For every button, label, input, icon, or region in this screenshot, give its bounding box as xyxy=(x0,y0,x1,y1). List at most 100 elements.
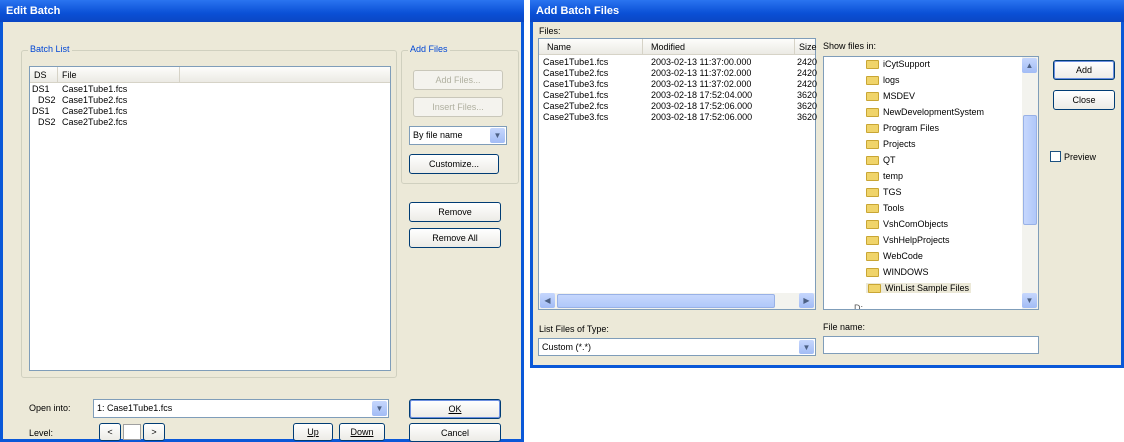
list-item[interactable]: Case2Tube1.fcs 2003-02-18 17:52:04.000 362… xyxy=(539,90,817,101)
folder-item[interactable]: logs xyxy=(866,75,900,86)
list-item[interactable]: Case2Tube2.fcs 2003-02-18 17:52:06.000 362… xyxy=(539,101,818,112)
edit-batch-titlebar[interactable]: Edit Batch xyxy=(0,0,524,22)
customize-button[interactable]: Customize... xyxy=(409,154,499,174)
add-batch-files-title: Add Batch Files xyxy=(536,5,620,17)
row-file: Case2Tube2.fcs xyxy=(62,117,128,127)
vertical-scrollbar[interactable]: ▲ ▼ xyxy=(1022,57,1038,309)
file-modified: 2003-02-13 11:37:02.000 xyxy=(651,68,752,78)
folder-item[interactable]: VshComObjects xyxy=(866,219,948,230)
scroll-left-icon[interactable]: ◀ xyxy=(540,293,555,308)
preview-checkbox[interactable] xyxy=(1050,151,1061,162)
table-row[interactable]: DS1 Case2Tube1.fcs xyxy=(30,106,390,117)
folder-icon xyxy=(866,204,879,214)
file-name-input[interactable] xyxy=(823,336,1039,354)
folder-icon xyxy=(866,236,879,246)
add-batch-files-window: Add Batch Files Files: Name Modified Siz… xyxy=(530,0,1124,368)
list-item[interactable]: Case1Tube1.fcs 2003-02-13 11:37:00.000 242… xyxy=(539,57,817,68)
file-modified: 2003-02-13 11:37:02.000 xyxy=(651,79,752,89)
preview-label[interactable]: Preview xyxy=(1064,152,1096,162)
folder-item[interactable]: QT xyxy=(866,155,896,166)
column-header-file[interactable]: File xyxy=(58,67,180,83)
list-item[interactable]: Case2Tube3.fcs 2003-02-18 17:52:06.000 362… xyxy=(539,112,817,123)
folder-icon xyxy=(866,156,879,166)
file-name: Case1Tube1.fcs xyxy=(543,57,609,67)
list-item[interactable]: Case1Tube2.fcs 2003-02-13 11:37:02.000 242… xyxy=(539,68,818,79)
folder-label: TGS xyxy=(883,187,902,197)
open-into-value: 1: Case1Tube1.fcs xyxy=(97,403,173,413)
add-files-button[interactable]: Add Files... xyxy=(413,70,503,90)
folder-icon xyxy=(868,284,881,294)
folder-icon xyxy=(866,140,879,150)
batch-list[interactable]: DS File DS1 Case1Tube1.fcs DS2 Case1Tube… xyxy=(29,66,391,371)
remove-button[interactable]: Remove xyxy=(409,202,501,222)
folder-item[interactable]: NewDevelopmentSystem xyxy=(866,107,985,118)
folder-item[interactable]: WebCode xyxy=(866,251,923,262)
file-size: 2420 xyxy=(797,68,818,78)
scroll-up-icon[interactable]: ▲ xyxy=(1022,58,1037,73)
cancel-button-label: Cancel xyxy=(440,427,469,438)
list-item[interactable]: Case1Tube3.fcs 2003-02-13 11:37:02.000 242… xyxy=(539,79,818,90)
row-file: Case1Tube1.fcs xyxy=(62,84,128,94)
scroll-down-icon[interactable]: ▼ xyxy=(1022,293,1037,308)
up-button[interactable]: Up xyxy=(293,423,333,441)
files-list-header: Name Modified Size xyxy=(539,39,817,55)
list-type-label: List Files of Type: xyxy=(539,324,609,334)
file-size: 3620 xyxy=(797,101,818,111)
chevron-down-icon[interactable]: ▼ xyxy=(372,401,387,416)
horizontal-scrollbar[interactable]: ◀ ▶ xyxy=(539,293,815,309)
open-into-select[interactable]: 1: Case1Tube1.fcs ▼ xyxy=(93,399,389,418)
folder-item[interactable]: Projects xyxy=(866,139,916,150)
files-list[interactable]: Name Modified Size Case1Tube1.fcs 2003-02… xyxy=(538,38,818,310)
folder-item[interactable]: TGS xyxy=(866,187,902,198)
scrollbar-thumb[interactable] xyxy=(557,294,775,308)
level-indicator xyxy=(123,424,141,440)
folder-icon xyxy=(866,188,879,198)
row-ds: DS1 xyxy=(32,84,50,94)
files-label-text: Files: xyxy=(539,26,561,36)
folder-icon xyxy=(866,252,879,262)
cancel-button[interactable]: Cancel xyxy=(409,423,501,442)
close-button[interactable]: Close xyxy=(1053,90,1115,110)
column-header-modified[interactable]: Modified xyxy=(643,39,795,55)
scroll-right-icon[interactable]: ▶ xyxy=(799,293,814,308)
level-next-button[interactable]: > xyxy=(143,423,165,441)
folder-item[interactable]: Program Files xyxy=(866,123,939,134)
folder-label: NewDevelopmentSystem xyxy=(883,107,985,117)
column-header-name[interactable]: Name xyxy=(539,39,643,55)
file-name-label: File name: xyxy=(823,322,866,332)
folder-item[interactable]: MSDEV xyxy=(866,91,915,102)
row-ds: DS1 xyxy=(32,106,50,116)
ok-button[interactable]: OK xyxy=(409,399,501,419)
folder-item[interactable]: WINDOWS xyxy=(866,267,929,278)
add-button[interactable]: Add xyxy=(1053,60,1115,80)
column-header-ds[interactable]: DS xyxy=(30,67,58,83)
file-size: 2420 xyxy=(797,79,818,89)
list-type-select[interactable]: Custom (*.*) ▼ xyxy=(538,338,816,356)
level-prev-button[interactable]: < xyxy=(99,423,121,441)
folder-icon xyxy=(866,76,879,86)
sort-select-value: By file name xyxy=(413,130,463,140)
table-row[interactable]: DS1 Case1Tube1.fcs xyxy=(30,84,390,95)
batch-list-group-label: Batch List xyxy=(28,44,72,54)
folder-item[interactable]: WinList Sample Files xyxy=(866,283,972,294)
folder-item[interactable]: VshHelpProjects xyxy=(866,235,950,246)
file-modified: 2003-02-13 11:37:00.000 xyxy=(651,57,752,67)
file-name: Case1Tube3.fcs xyxy=(543,79,609,89)
folder-item[interactable]: iCytSupport xyxy=(866,59,930,70)
chevron-down-icon[interactable]: ▼ xyxy=(490,128,505,143)
table-row[interactable]: DS2 Case1Tube2.fcs xyxy=(30,95,390,106)
column-header-size[interactable]: Size xyxy=(795,39,817,55)
sort-select[interactable]: By file name ▼ xyxy=(409,126,507,145)
chevron-down-icon[interactable]: ▼ xyxy=(799,340,814,354)
ok-button-label: OK xyxy=(448,404,462,414)
remove-all-button[interactable]: Remove All xyxy=(409,228,501,248)
folder-item[interactable]: temp xyxy=(866,171,903,182)
folder-icon xyxy=(866,268,879,278)
down-button[interactable]: Down xyxy=(339,423,385,441)
scrollbar-thumb[interactable] xyxy=(1023,115,1037,225)
add-batch-files-titlebar[interactable]: Add Batch Files xyxy=(530,0,1124,22)
folder-tree[interactable]: iCytSupport logs MSDEV NewDevelopmentSystem… xyxy=(823,56,1039,310)
folder-item[interactable]: Tools xyxy=(866,203,904,214)
table-row[interactable]: DS2 Case2Tube2.fcs xyxy=(30,117,390,128)
insert-files-button[interactable]: Insert Files... xyxy=(413,97,503,117)
